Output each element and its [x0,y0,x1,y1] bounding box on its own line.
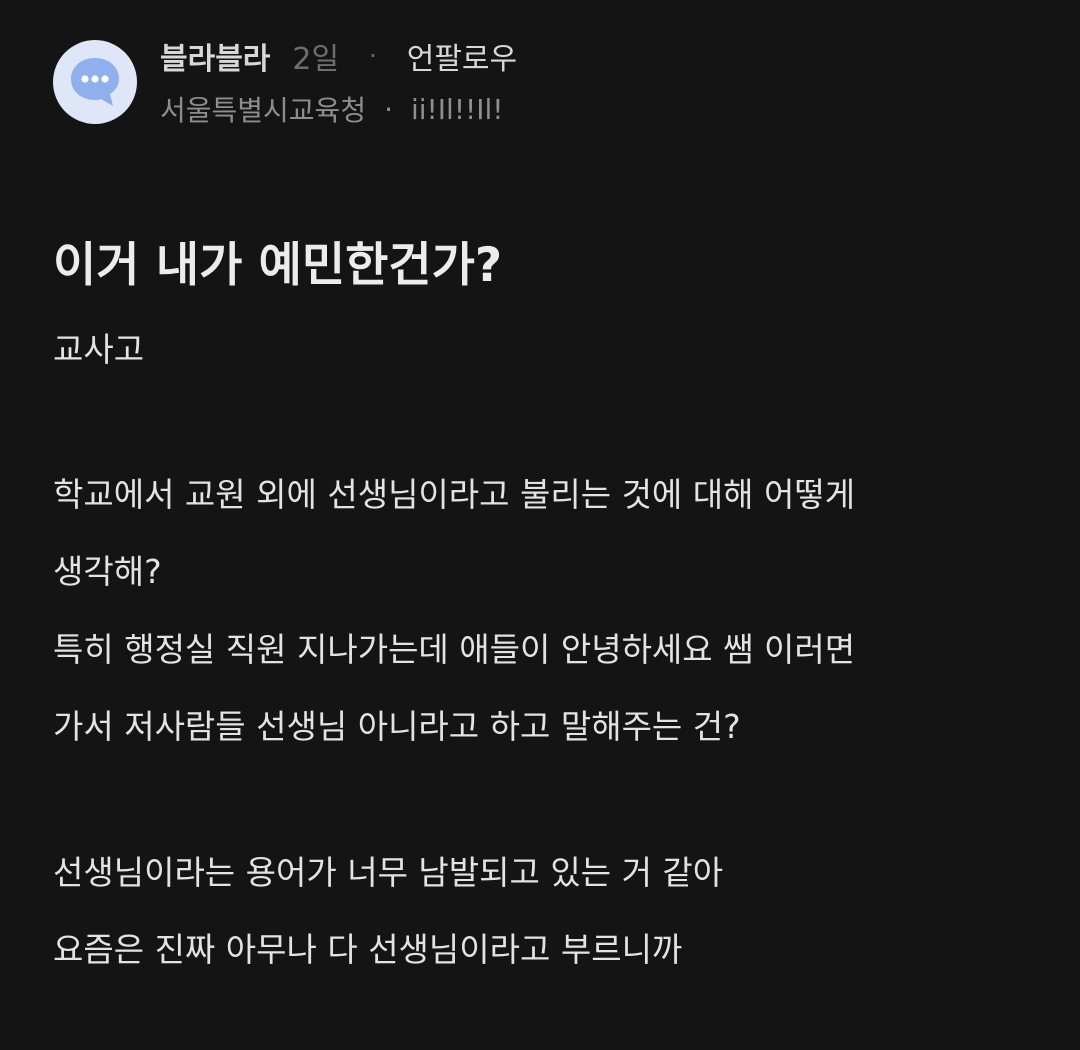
post-body-line: 선생님이라는 용어가 너무 남발되고 있는 거 같아 [53,853,724,892]
post-body-line: 생각해? [53,552,162,591]
nickname-label: ii!Il!!Il! [411,92,504,126]
post-body-line: 가서 저사람들 선생님 아니라고 하고 말해주는 건? [53,707,741,746]
separator-dot: · [369,42,377,70]
unfollow-button[interactable]: 언팔로우 [407,34,517,78]
author-line: 블라블라 2일 · 언팔로우 [160,38,517,77]
post-time: 2일 [292,42,340,77]
avatar[interactable] [53,40,137,124]
post-body-line: 요즘은 진짜 아무나 다 선생님이라고 부르니까 [53,930,683,969]
post-body-line: 특히 행정실 직원 지나가는데 애들이 안녕하세요 쌤 이러면 [53,630,856,669]
post-body-line: 학교에서 교원 외에 선생님이라고 불리는 것에 대해 어떻게 [53,475,856,514]
author-name[interactable]: 블라블라 [160,34,270,78]
organization-label: 서울특별시교육청 [160,94,367,127]
post-body-line: 교사고 [53,330,145,369]
post-title: 이거 내가 예민한건가? [53,238,503,293]
author-meta: 서울특별시교육청 · ii!Il!!Il! [160,91,504,128]
speech-bubble-icon [71,58,119,106]
meta-separator-dot: · [384,92,393,126]
post-header: 블라블라 2일 · 언팔로우 서울특별시교육청 · ii!Il!!Il! [53,38,1033,128]
